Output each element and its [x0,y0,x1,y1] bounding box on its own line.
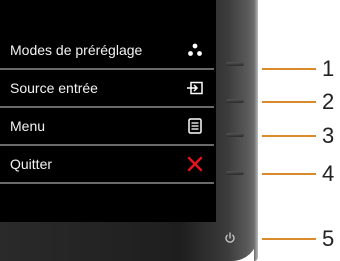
exit-x-icon [186,155,204,173]
callout-line-1 [262,68,316,70]
osd-item-preset-modes[interactable]: Modes de préréglage [0,32,214,70]
monitor-bezel: Modes de préréglage Source entrée Menu Q… [0,0,258,261]
callout-number-4: 4 [322,161,335,186]
power-button[interactable] [222,232,238,248]
osd-item-input-source[interactable]: Source entrée [0,70,214,108]
callout-line-3 [262,135,316,137]
osd-item-label: Modes de préréglage [10,42,143,58]
preset-modes-icon [186,41,204,59]
osd-item-label: Menu [10,118,46,134]
callout-number-1: 1 [322,56,335,81]
callout-line-2 [262,101,316,103]
callout-line-4 [262,173,316,175]
callout-line-5 [262,238,316,240]
monitor-button-4[interactable] [226,171,244,175]
monitor-button-2[interactable] [226,99,244,103]
monitor-button-3[interactable] [226,133,244,137]
menu-icon [186,117,204,135]
bezel-edge [254,0,258,261]
osd-item-menu[interactable]: Menu [0,108,214,146]
callout-number-2: 2 [322,89,335,114]
callout-number-3: 3 [322,123,335,148]
power-icon [224,231,236,249]
callout-number-5: 5 [322,226,335,251]
osd-item-exit[interactable]: Quitter [0,146,214,184]
osd-menu: Modes de préréglage Source entrée Menu Q… [0,32,214,184]
osd-item-label: Quitter [10,156,53,172]
osd-item-label: Source entrée [10,80,98,96]
input-source-icon [186,79,204,97]
monitor-button-1[interactable] [226,62,244,66]
